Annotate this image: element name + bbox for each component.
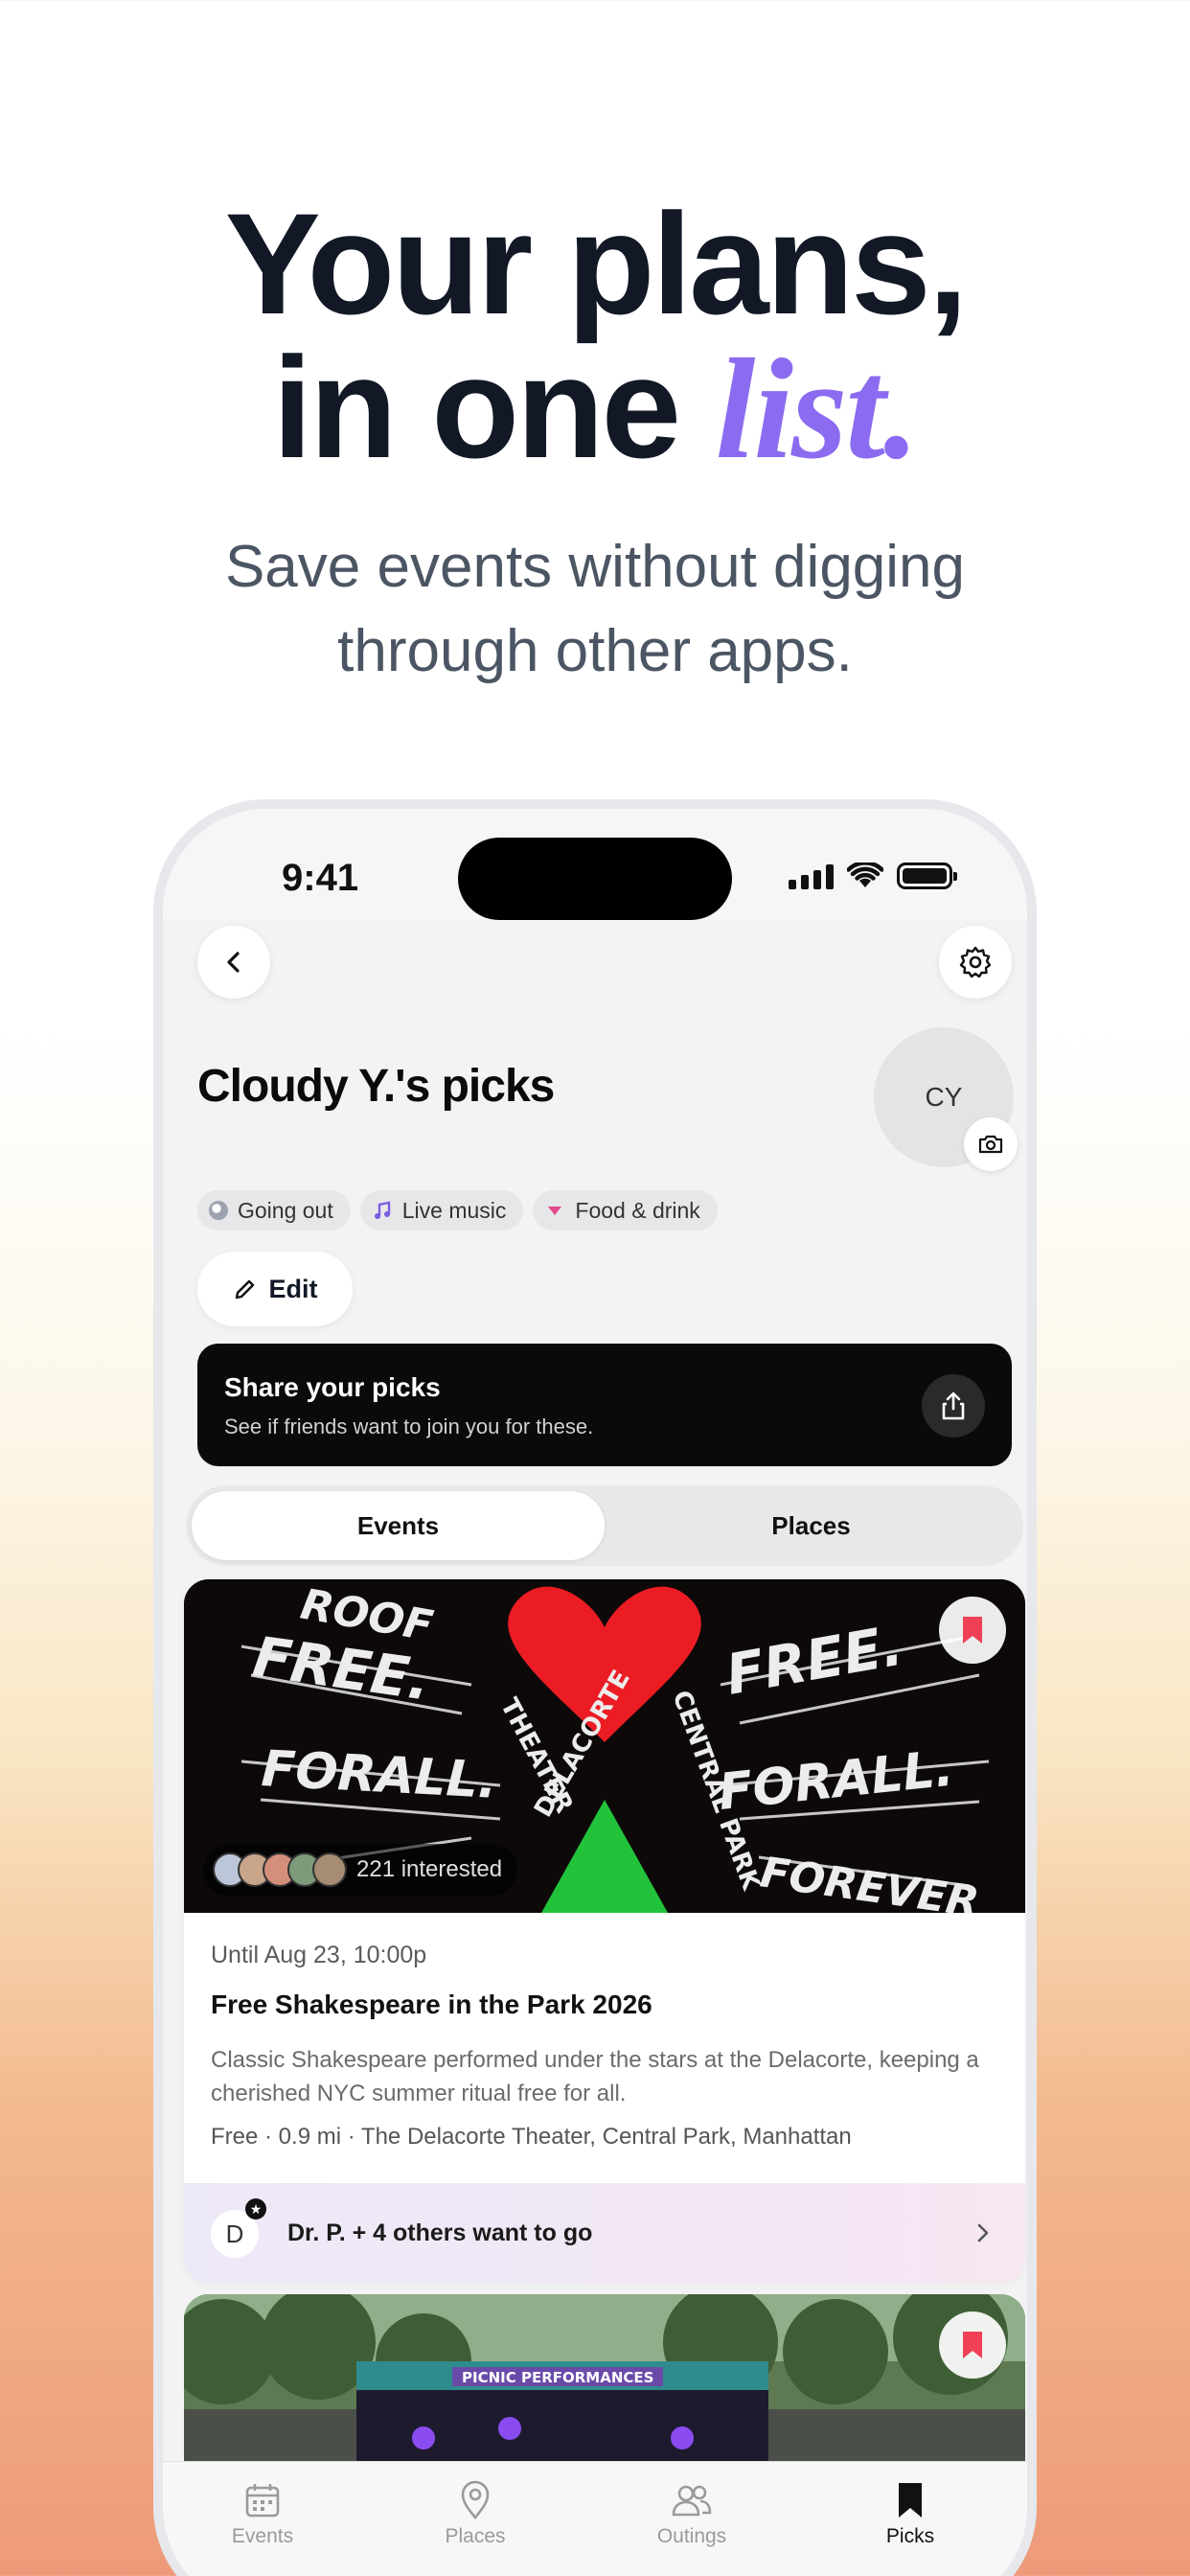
event-description: Classic Shakespeare performed under the … [211, 2047, 979, 2106]
music-note-icon [374, 1201, 390, 1219]
bottom-tab-bar: Events Places Outings Picks [163, 2461, 1027, 2576]
segmented-control: Events Places [186, 1485, 1023, 1566]
signal-icon [789, 864, 834, 889]
tab-label: Places [445, 2525, 506, 2547]
pencil-icon [235, 1279, 254, 1300]
interested-avatars [213, 1852, 347, 1887]
page-title: Cloudy Y.'s picks [197, 1061, 555, 1112]
subtitle-line-1: Save events without digging [224, 534, 966, 600]
friends-text: Dr. P. + 4 others want to go [287, 2220, 593, 2246]
share-title: Share your picks [224, 1372, 441, 1402]
bookmark-button[interactable] [939, 1597, 1006, 1664]
wifi-icon [847, 862, 883, 887]
share-subtitle: See if friends want to join you for thes… [224, 1414, 594, 1438]
chip-label: Live music [401, 1197, 507, 1223]
interested-count: 221 interested [356, 1856, 503, 1882]
headline-accent-word: list. [715, 330, 920, 489]
chip-label: Going out [238, 1197, 333, 1223]
avatar-initials: CY [925, 1082, 963, 1112]
tab-label: Picks [885, 2525, 935, 2547]
headline-line-2-prefix: in one [272, 327, 716, 488]
event-card[interactable]: FREE. FORALL. FREE. FORALL. FOREVER ROOF… [184, 1579, 1025, 2283]
tab-places[interactable]: Places [605, 1491, 1018, 1560]
calendar-icon [245, 2484, 280, 2518]
battery-icon [897, 862, 957, 889]
stage-sign: PICNIC PERFORMANCES [462, 2369, 653, 2386]
headline-line-2: in one list. [0, 335, 1190, 481]
edit-button[interactable]: Edit [197, 1252, 353, 1326]
event-title: Free Shakespeare in the Park 2026 [211, 1990, 652, 2019]
chevron-left-icon [227, 952, 240, 973]
status-time: 9:41 [282, 857, 359, 899]
chip-label: Food & drink [575, 1197, 700, 1223]
share-banner[interactable]: Share your picks See if friends want to … [197, 1344, 1012, 1466]
phone-screen: 9:41 Cloudy Y.'s picks CY Going out Live… [163, 809, 1027, 2576]
chevron-right-icon [977, 2223, 989, 2242]
friends-going-row[interactable]: D ★ Dr. P. + 4 others want to go [184, 2183, 1025, 2283]
tab-label: Events [231, 2525, 294, 2547]
avatar [312, 1852, 347, 1887]
gear-icon [959, 946, 992, 978]
star-badge-icon: ★ [245, 2198, 266, 2220]
tab-bar-picks[interactable]: Picks [843, 2479, 977, 2548]
tab-label: Outings [656, 2525, 727, 2547]
status-icons [789, 862, 957, 889]
subtitle-line-2: through other apps. [337, 618, 853, 684]
going-out-icon [209, 1201, 228, 1220]
dynamic-island [458, 838, 732, 920]
interest-chips: Going out Live music Food & drink [197, 1190, 718, 1230]
tab-bar-events[interactable]: Events [195, 2479, 330, 2548]
camera-icon [978, 1135, 1003, 1154]
bookmark-button[interactable] [939, 2312, 1006, 2379]
bookmark-icon [963, 2332, 982, 2358]
event-meta: Free · 0.9 mi · The Delacorte Theater, C… [211, 2124, 852, 2150]
friend-initial: D [225, 2219, 244, 2248]
bookmark-icon [899, 2483, 922, 2518]
status-bar: 9:41 [163, 809, 1027, 920]
hero-subtitle: Save events without digging through othe… [0, 525, 1190, 694]
event-date: Until Aug 23, 10:00p [211, 1942, 427, 1968]
phone-frame: 9:41 Cloudy Y.'s picks CY Going out Live… [153, 799, 1037, 2576]
food-drink-icon [548, 1207, 562, 1215]
chip-food-drink[interactable]: Food & drink [533, 1190, 718, 1230]
interested-badge: 221 interested [203, 1844, 518, 1896]
people-icon [672, 2485, 712, 2517]
chip-going-out[interactable]: Going out [197, 1190, 351, 1230]
map-pin-icon [461, 2480, 490, 2520]
bookmark-icon [963, 1617, 982, 1644]
headline-line-1: Your plans, [224, 183, 969, 344]
edit-label: Edit [268, 1274, 318, 1303]
chip-live-music[interactable]: Live music [359, 1190, 524, 1230]
back-button[interactable] [197, 926, 270, 999]
tab-bar-outings[interactable]: Outings [625, 2479, 759, 2548]
tab-events[interactable]: Events [192, 1491, 605, 1560]
change-photo-button[interactable] [964, 1117, 1018, 1171]
tab-bar-places[interactable]: Places [408, 2479, 542, 2548]
share-button[interactable] [922, 1374, 985, 1438]
hero-headline: Your plans, in one list. [0, 192, 1190, 481]
share-icon [942, 1392, 965, 1420]
settings-button[interactable] [939, 926, 1012, 999]
